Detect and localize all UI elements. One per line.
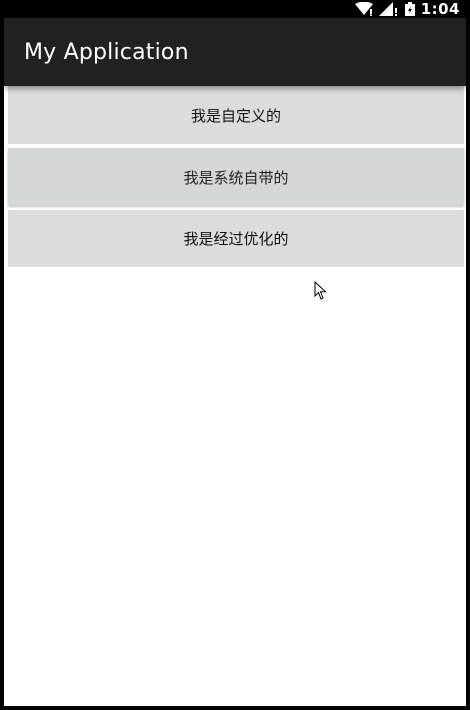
- wifi-icon: [354, 2, 373, 16]
- status-time: 1:04: [420, 0, 460, 18]
- mouse-cursor-icon: [314, 280, 328, 305]
- content-area: 我是自定义的 我是系统自带的 我是经过优化的: [4, 86, 466, 706]
- app-title: My Application: [24, 40, 189, 65]
- optimized-button[interactable]: 我是经过优化的: [8, 210, 464, 267]
- status-icons: 1:04: [354, 0, 460, 18]
- custom-button[interactable]: 我是自定义的: [8, 86, 464, 144]
- signal-icon: [378, 2, 399, 16]
- custom-button-label: 我是自定义的: [190, 106, 281, 125]
- optimized-button-label: 我是经过优化的: [183, 230, 289, 248]
- device-screen: 1:04 My Application 我是自定义的 我是系统自带的 我是经过优…: [0, 0, 470, 710]
- app-bar: My Application: [4, 18, 466, 86]
- battery-charging-icon: [404, 2, 415, 16]
- status-bar: 1:04: [0, 0, 470, 18]
- system-button[interactable]: 我是系统自带的: [8, 148, 464, 206]
- system-button-label: 我是系统自带的: [183, 168, 289, 187]
